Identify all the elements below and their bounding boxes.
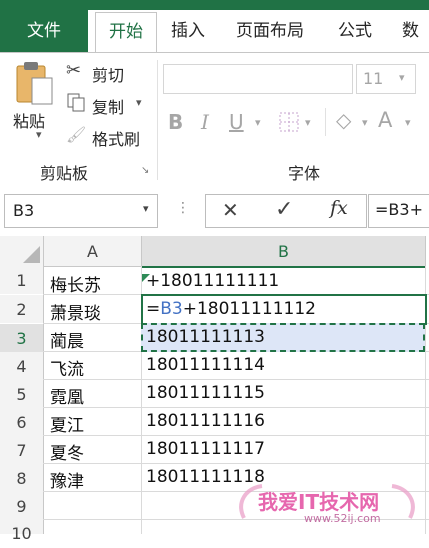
row-header[interactable]: 5 (0, 380, 44, 408)
grid-line (43, 407, 429, 408)
copy-dropdown-icon[interactable]: ▾ (136, 96, 142, 109)
font-color-button[interactable]: A (378, 108, 392, 132)
cell-a3[interactable]: 蔺晨 (50, 327, 84, 352)
row-header[interactable]: 9 (0, 492, 44, 520)
underline-dropdown-icon[interactable]: ▾ (255, 116, 261, 129)
name-box[interactable]: B3 ▾ (4, 194, 158, 228)
chevron-down-icon[interactable]: ▾ (143, 202, 149, 215)
formula-equals: = (146, 299, 161, 319)
font-size-select[interactable]: 11 ▾ (356, 64, 416, 94)
row-header[interactable]: 8 (0, 464, 44, 492)
paste-dropdown-icon[interactable]: ▾ (36, 128, 42, 141)
grid-line (43, 463, 429, 464)
cell-b1[interactable]: +18011111111 (146, 271, 279, 291)
font-name-select[interactable] (163, 64, 353, 94)
formula-input[interactable]: =B3+ (368, 194, 429, 228)
watermark-text: 我爱IT技术网 (258, 490, 380, 514)
borders-dropdown-icon[interactable]: ▾ (305, 116, 311, 129)
cancel-button[interactable]: ✕ (222, 198, 239, 222)
cell-a1[interactable]: 梅长苏 (50, 271, 101, 296)
tab-formulas[interactable]: 公式 (338, 10, 372, 52)
site-watermark-logo: 我爱IT技术网 www.52ij.com (232, 478, 422, 530)
row-header[interactable]: 3 (0, 324, 44, 352)
format-painter-icon: 🖌 (66, 125, 87, 144)
italic-button[interactable]: I (201, 110, 209, 134)
tab-home[interactable]: 开始 (95, 12, 157, 53)
cell-a2[interactable]: 萧景琰 (50, 299, 101, 324)
tab-file[interactable]: 文件 (0, 10, 88, 52)
formula-constant: +18011111112 (182, 299, 316, 319)
tab-insert[interactable]: 插入 (171, 10, 205, 52)
group-separator (157, 60, 158, 180)
cell-a6[interactable]: 夏江 (50, 411, 84, 436)
underline-button[interactable]: U (229, 110, 244, 134)
cell-b3[interactable]: 18011111113 (146, 327, 265, 347)
cell-a7[interactable]: 夏冬 (50, 439, 84, 464)
row-header[interactable]: 7 (0, 436, 44, 464)
row-header[interactable]: 10 (0, 520, 44, 543)
clipboard-launcher-icon[interactable]: ↘ (141, 165, 149, 176)
cell-b4[interactable]: 18011111114 (146, 355, 265, 375)
column-header-a[interactable]: A (44, 236, 142, 267)
tab-page-layout[interactable]: 页面布局 (236, 10, 304, 52)
watermark-url: www.52ij.com (304, 512, 381, 525)
scissors-icon: ✂ (66, 60, 82, 81)
name-box-value: B3 (13, 201, 35, 220)
title-bar (0, 0, 429, 10)
fill-color-icon[interactable]: ◇ (336, 108, 351, 132)
enter-button[interactable]: ✓ (275, 197, 293, 222)
row-header[interactable]: 6 (0, 408, 44, 436)
cell-b2-editor[interactable]: =B3+18011111112 (146, 299, 316, 319)
font-color-dropdown-icon[interactable]: ▾ (405, 116, 411, 129)
insert-function-button[interactable]: fx (330, 197, 348, 219)
cell-reference: B3 (160, 299, 183, 319)
group-separator (325, 108, 326, 136)
select-all-button[interactable] (0, 236, 44, 267)
tab-data[interactable]: 数据 (402, 10, 429, 83)
fill-color-dropdown-icon[interactable]: ▾ (362, 116, 368, 129)
copy-button[interactable]: 复制 (92, 94, 124, 118)
formula-input-value: =B3+ (375, 200, 423, 219)
cell-a8[interactable]: 豫津 (50, 467, 84, 492)
paste-icon[interactable] (12, 60, 56, 106)
font-group-label: 字体 (288, 164, 321, 183)
cut-button[interactable]: 剪切 (92, 62, 124, 86)
cell-b7[interactable]: 18011111117 (146, 439, 265, 459)
cell-a5[interactable]: 霓凰 (50, 383, 84, 408)
copy-icon (66, 92, 86, 112)
format-painter-button[interactable]: 格式刷 (92, 126, 140, 150)
font-size-value: 11 (363, 69, 384, 88)
grid-line (43, 379, 429, 380)
clipboard-group-label: 剪贴板 (40, 164, 89, 183)
cell-b6[interactable]: 18011111116 (146, 411, 265, 431)
formula-bar-handle-icon[interactable]: ⋮ (176, 200, 190, 216)
cell-b5[interactable]: 18011111115 (146, 383, 265, 403)
cell-a4[interactable]: 飞流 (50, 355, 84, 380)
row-header[interactable]: 2 (0, 295, 44, 323)
row-header[interactable]: 4 (0, 352, 44, 380)
row-header[interactable]: 1 (0, 266, 44, 294)
borders-icon[interactable] (279, 112, 299, 132)
grid-line (43, 435, 429, 436)
bold-button[interactable]: B (168, 110, 183, 134)
chevron-down-icon: ▾ (399, 71, 405, 84)
column-header-b[interactable]: B (142, 236, 426, 268)
